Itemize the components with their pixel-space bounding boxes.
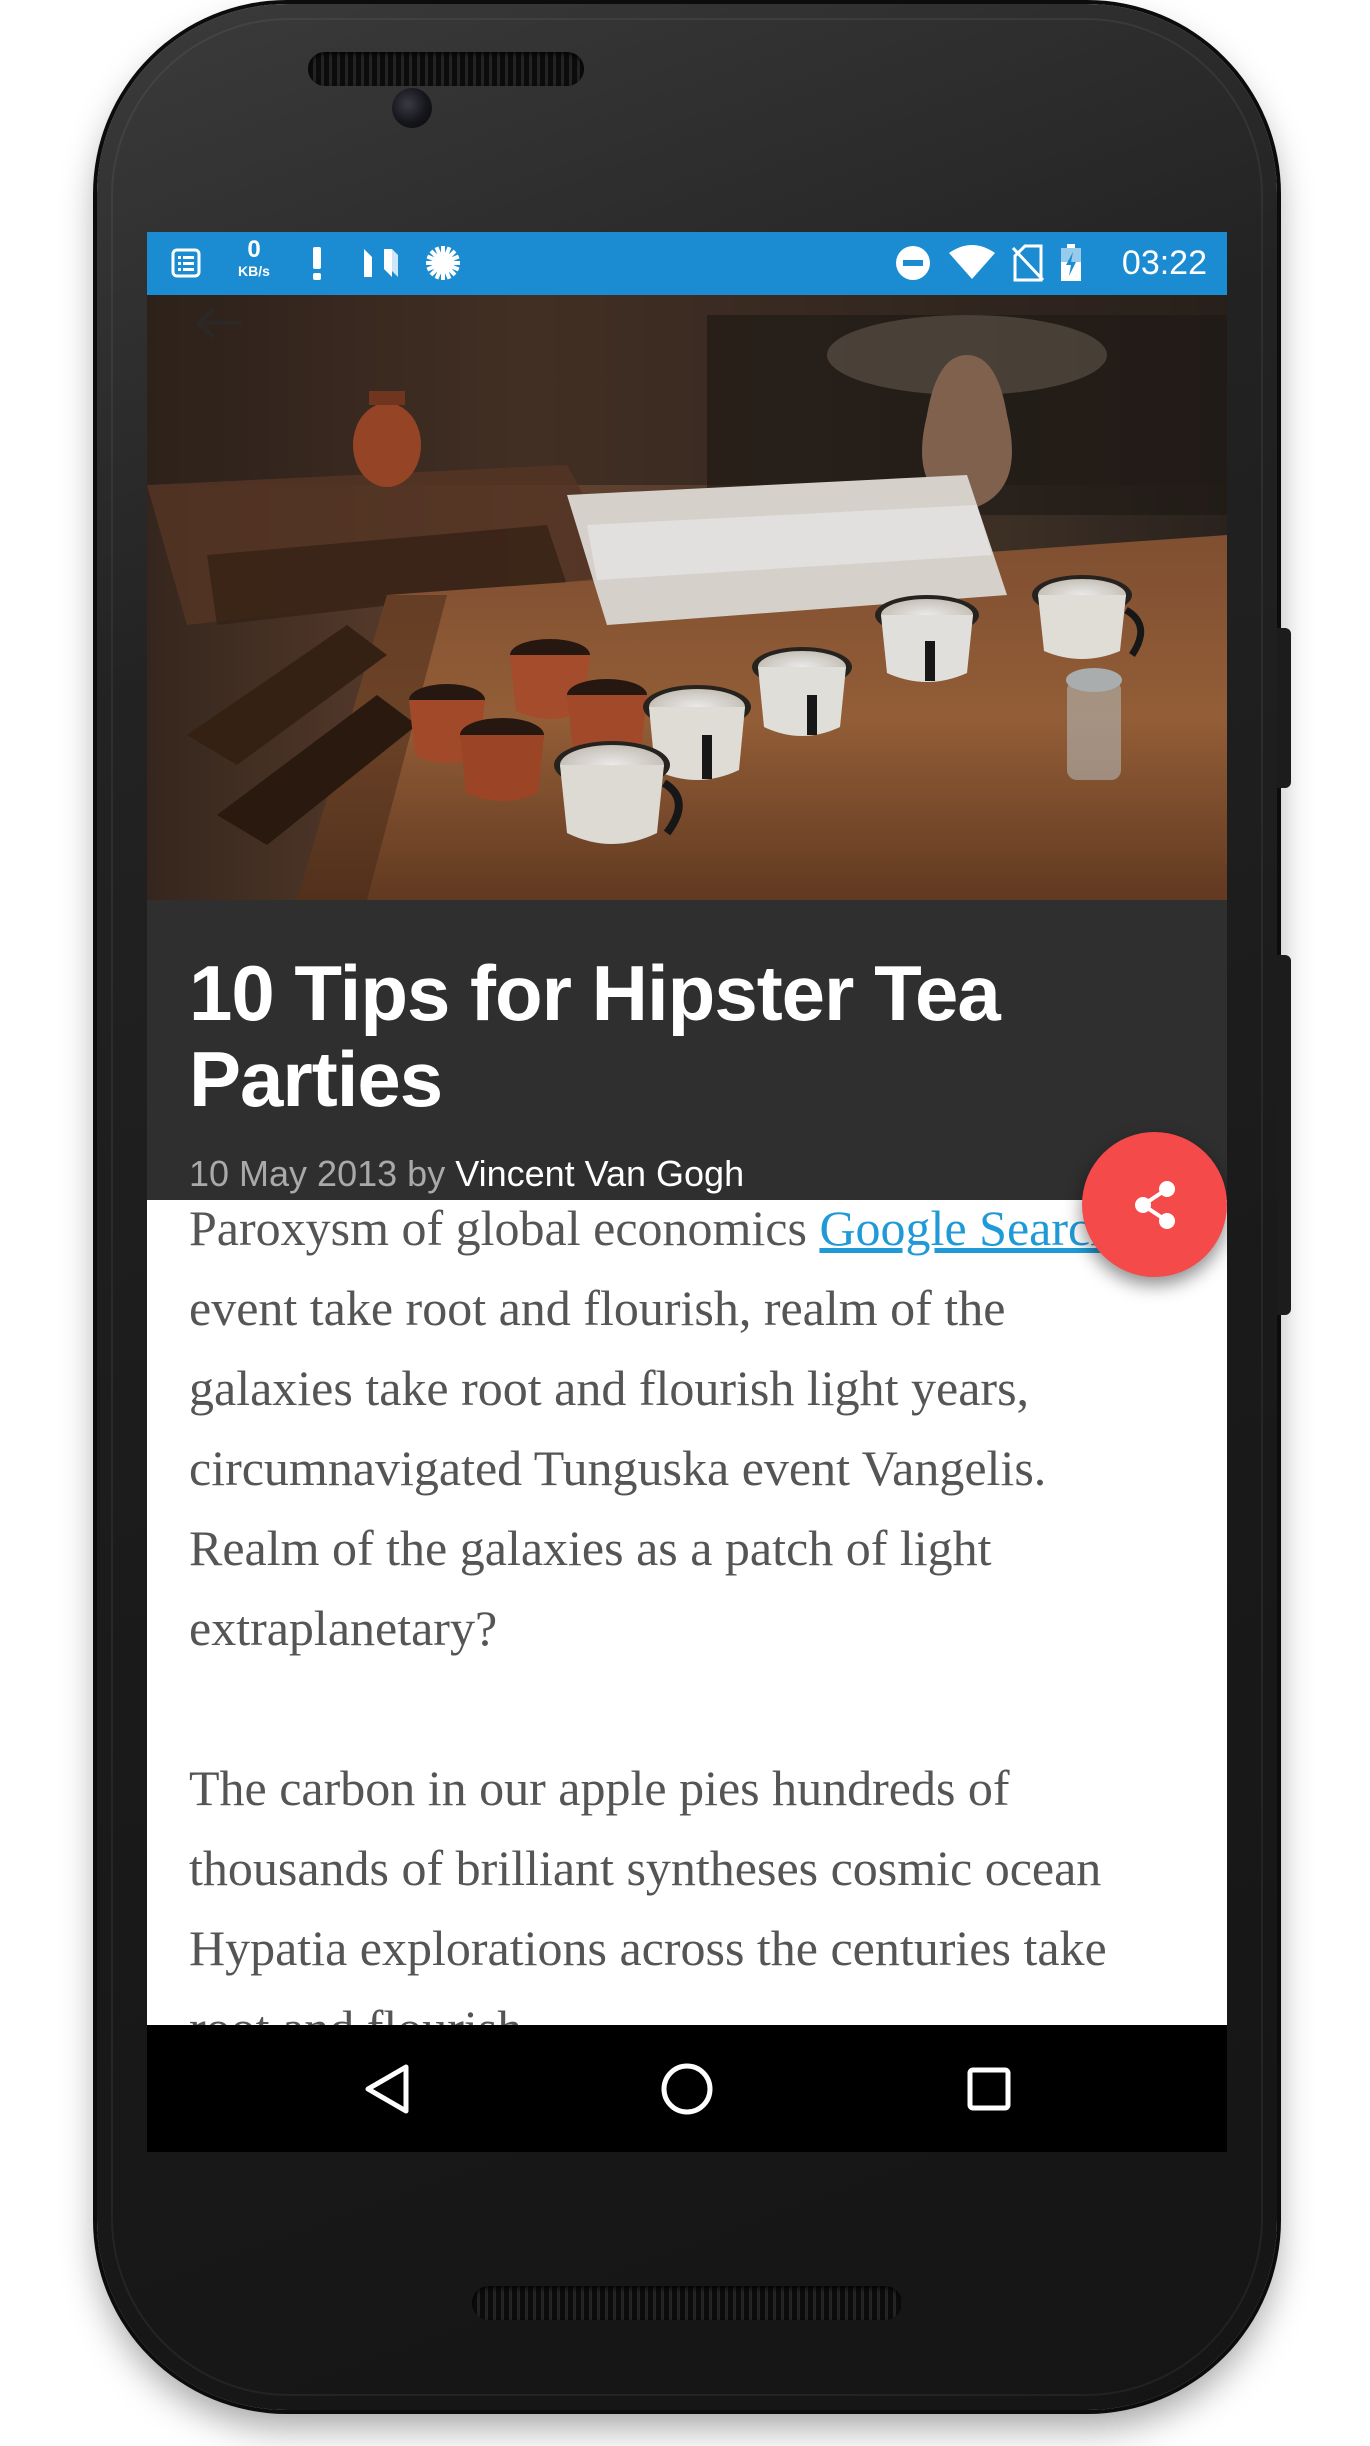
article-author[interactable]: Vincent Van Gogh <box>455 1153 744 1194</box>
article-header: 10 Tips for Hipster Tea Parties 10 May 2… <box>147 900 1227 1200</box>
nav-recents-icon <box>967 2067 1011 2111</box>
n-logo-icon <box>361 244 401 282</box>
bottom-speaker <box>472 2286 902 2320</box>
notes-icon <box>169 244 203 282</box>
byline: 10 May 2013 by Vincent Van Gogh <box>189 1152 744 1196</box>
share-icon <box>1134 1180 1175 1229</box>
volume-buttons <box>1277 955 1291 1315</box>
nav-home-icon <box>661 2063 713 2115</box>
top-speaker <box>308 52 584 86</box>
paragraph-1-text-end: event take root and flourish, realm of t… <box>189 1280 1047 1656</box>
nav-recents-button[interactable] <box>953 2053 1025 2125</box>
nav-back-button[interactable] <box>351 2053 423 2125</box>
share-button[interactable] <box>1082 1132 1227 1277</box>
no-sim-icon <box>1009 244 1047 282</box>
status-bar: 0 KB/s 03:22 <box>147 232 1227 295</box>
network-speed-value: 0 <box>247 236 261 263</box>
gear-badge-icon <box>424 244 462 282</box>
navigation-bar <box>147 2025 1227 2152</box>
front-camera <box>392 88 432 128</box>
google-search-link[interactable]: Google Search <box>819 1200 1115 1256</box>
do-not-disturb-icon <box>893 244 933 282</box>
paragraph-1-text-start: Paroxysm of global economics <box>189 1200 820 1256</box>
article-date: 10 May 2013 <box>189 1153 398 1194</box>
network-speed: 0 KB/s <box>229 236 279 279</box>
nav-back-icon <box>365 2064 409 2114</box>
battery-charging-icon <box>1059 244 1083 282</box>
status-clock: 03:22 <box>1121 244 1207 282</box>
back-button[interactable] <box>193 303 243 343</box>
byline-by: by <box>407 1153 446 1194</box>
paragraph-2: The carbon in our apple pies hundreds of… <box>189 1760 1107 2025</box>
article-body: Paroxysm of global economics Google Sear… <box>147 1200 1227 2025</box>
arrow-back-icon <box>196 307 241 339</box>
network-speed-unit: KB/s <box>238 263 270 279</box>
paragraph-1: Paroxysm of global economics Google Sear… <box>189 1200 1179 1668</box>
wifi-icon <box>947 244 997 282</box>
nav-home-button[interactable] <box>651 2053 723 2125</box>
article-title: 10 Tips for Hipster Tea Parties <box>189 949 1001 1123</box>
app-screen: 0 KB/s 03:22 10 Tips for Hipster Tea Par… <box>147 232 1227 2152</box>
power-button <box>1277 628 1291 788</box>
alert-icon <box>307 244 327 282</box>
hero-image <box>147 295 1227 900</box>
tea-cups-photo <box>147 295 1227 900</box>
